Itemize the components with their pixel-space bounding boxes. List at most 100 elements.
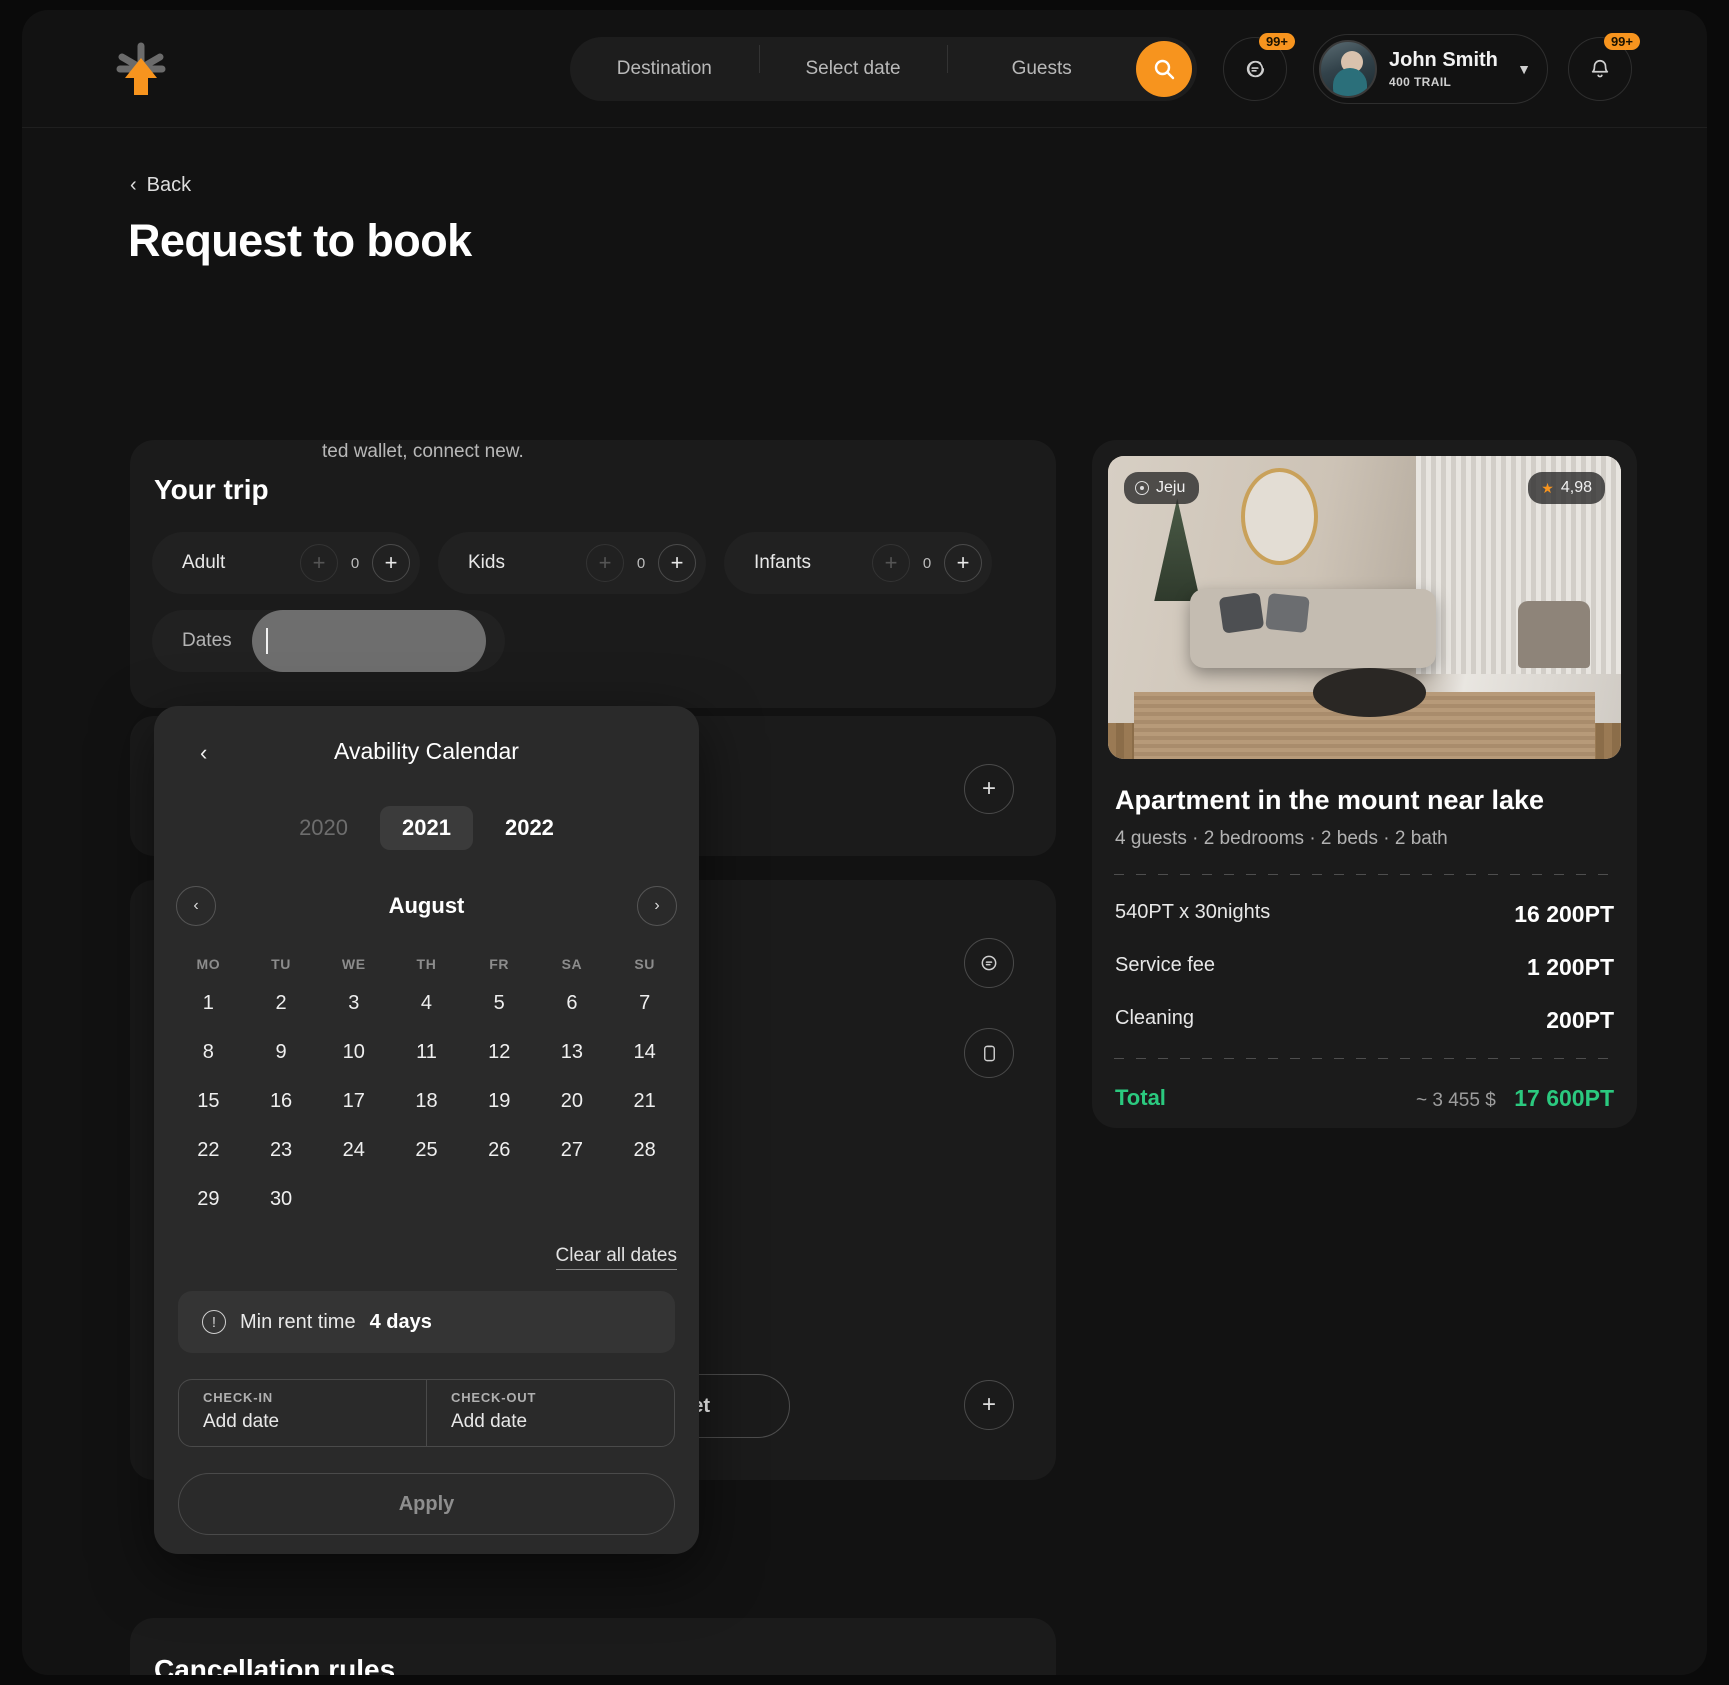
asterisk-arrow-logo[interactable] <box>110 38 172 100</box>
your-trip-panel: Your trip Adult + 0 + Kids + 0 + Infants… <box>130 440 1056 708</box>
chat-icon[interactable] <box>964 938 1014 988</box>
secondary-add-button[interactable]: + <box>964 764 1014 814</box>
copy-icon[interactable] <box>964 1028 1014 1078</box>
calendar-day[interactable]: 3 <box>317 992 390 1015</box>
checkout-field[interactable]: CHECK-OUT Add date <box>426 1380 674 1446</box>
calendar-day[interactable]: 26 <box>463 1139 536 1162</box>
wallet-status-message: ted wallet, connect new. <box>322 441 524 462</box>
year-option-2022[interactable]: 2022 <box>483 806 576 850</box>
calendar-day[interactable]: 7 <box>608 992 681 1015</box>
price-value: 16 200PT <box>1514 901 1614 927</box>
apply-button[interactable]: Apply <box>178 1473 675 1535</box>
cancellation-heading: Cancellation rules <box>154 1654 396 1675</box>
calendar-day[interactable]: 1 <box>172 992 245 1015</box>
checkout-caption: CHECK-OUT <box>451 1390 537 1405</box>
calendar-weekday-header: MO TU WE TH FR SA SU <box>154 956 699 972</box>
year-option-2021[interactable]: 2021 <box>380 806 473 850</box>
calendar-day[interactable]: 29 <box>172 1188 245 1211</box>
infants-decrement-button[interactable]: + <box>872 544 910 582</box>
messages-button[interactable]: 99+ <box>1223 33 1295 101</box>
notifications-button[interactable]: 99+ <box>1568 33 1640 101</box>
your-trip-heading: Your trip <box>154 474 269 505</box>
calendar-day[interactable]: 27 <box>536 1139 609 1162</box>
checkin-checkout-fields: CHECK-IN Add date CHECK-OUT Add date <box>178 1379 675 1447</box>
text-caret <box>265 628 268 654</box>
next-month-button[interactable]: › <box>637 886 677 926</box>
counter-label: Infants <box>754 552 812 573</box>
calendar-year-selector: 2020 2021 2022 <box>154 806 699 850</box>
calendar-day[interactable]: 28 <box>608 1139 681 1162</box>
dates-input[interactable] <box>251 610 486 672</box>
calendar-day[interactable]: 4 <box>390 992 463 1015</box>
adult-decrement-button[interactable]: + <box>300 544 338 582</box>
counter-adult: Adult + 0 + <box>152 532 420 594</box>
calendar-day[interactable]: 19 <box>463 1090 536 1113</box>
calendar-month-name: August <box>388 893 465 918</box>
calendar-day[interactable]: 23 <box>245 1139 318 1162</box>
chevron-left-icon: ‹ <box>130 174 137 196</box>
back-link[interactable]: ‹ Back <box>130 174 191 197</box>
global-search-bar[interactable]: Destination Select date Guests <box>570 37 1197 101</box>
weekday-label: MO <box>196 956 221 972</box>
listing-subtitle: 4 guests · 2 bedrooms · 2 beds · 2 bath <box>1115 828 1448 849</box>
price-row: Service fee 1 200PT <box>1115 954 1614 981</box>
calendar-day[interactable]: 10 <box>317 1041 390 1064</box>
dates-field-row: Dates <box>152 610 505 672</box>
year-option-2020[interactable]: 2020 <box>277 806 370 850</box>
calendar-day[interactable]: 20 <box>536 1090 609 1113</box>
infants-increment-button[interactable]: + <box>944 544 982 582</box>
calendar-day[interactable]: 15 <box>172 1090 245 1113</box>
guest-counters: Adult + 0 + Kids + 0 + Infants + 0 + <box>152 532 992 594</box>
calendar-day[interactable]: 6 <box>536 992 609 1015</box>
kids-value: 0 <box>636 554 646 572</box>
search-guests[interactable]: Guests <box>947 45 1136 80</box>
search-destination[interactable]: Destination <box>570 58 759 80</box>
calendar-day[interactable]: 25 <box>390 1139 463 1162</box>
availability-calendar-popover: ‹ Avability Calendar 2020 2021 2022 ‹ Au… <box>154 706 699 1554</box>
calendar-day[interactable]: 2 <box>245 992 318 1015</box>
app-window: Destination Select date Guests 99+ John … <box>22 10 1707 1675</box>
calendar-title: Avability Calendar <box>334 738 519 764</box>
wallet-add-button[interactable]: + <box>964 1380 1014 1430</box>
listing-rating-badge: ★ 4,98 <box>1528 472 1605 504</box>
calendar-day[interactable]: 14 <box>608 1041 681 1064</box>
calendar-day[interactable]: 17 <box>317 1090 390 1113</box>
divider <box>1114 874 1615 875</box>
adult-increment-button[interactable]: + <box>372 544 410 582</box>
listing-photo: Jeju ★ 4,98 <box>1108 456 1621 759</box>
kids-decrement-button[interactable]: + <box>586 544 624 582</box>
checkin-field[interactable]: CHECK-IN Add date <box>179 1380 426 1446</box>
top-header: Destination Select date Guests 99+ John … <box>22 10 1707 128</box>
calendar-day[interactable]: 16 <box>245 1090 318 1113</box>
calendar-day-grid: 1 2 3 4 5 6 7 8 9 10 11 12 13 14 15 16 1… <box>154 992 699 1211</box>
calendar-day[interactable]: 30 <box>245 1188 318 1211</box>
divider <box>1114 1058 1615 1059</box>
search-icon[interactable] <box>1136 41 1193 97</box>
listing-location-label: Jeju <box>1156 479 1186 496</box>
info-icon: ! <box>202 1310 226 1334</box>
calendar-day[interactable]: 18 <box>390 1090 463 1113</box>
page-title: Request to book <box>128 215 472 266</box>
search-select-date[interactable]: Select date <box>758 45 948 80</box>
price-label: Cleaning <box>1115 1007 1194 1029</box>
kids-increment-button[interactable]: + <box>658 544 696 582</box>
calendar-day[interactable]: 9 <box>245 1041 318 1064</box>
calendar-day[interactable]: 5 <box>463 992 536 1015</box>
messages-badge: 99+ <box>1258 33 1295 50</box>
calendar-day[interactable]: 13 <box>536 1041 609 1064</box>
weekday-label: TU <box>271 956 291 972</box>
price-row: 540PT x 30nights 16 200PT <box>1115 901 1614 928</box>
profile-menu[interactable]: John Smith 400 TRAIL ▼ <box>1313 34 1548 104</box>
weekday-label: SA <box>561 956 583 972</box>
clear-all-dates-label: Clear all dates <box>555 1245 677 1270</box>
prev-month-button[interactable]: ‹ <box>176 886 216 926</box>
chevron-down-icon[interactable]: ▼ <box>1517 61 1531 77</box>
calendar-day[interactable]: 11 <box>390 1041 463 1064</box>
avatar <box>1319 40 1377 98</box>
calendar-day[interactable]: 21 <box>608 1090 681 1113</box>
calendar-day[interactable]: 24 <box>317 1139 390 1162</box>
clear-all-dates-button[interactable]: Clear all dates <box>154 1245 699 1270</box>
calendar-day[interactable]: 8 <box>172 1041 245 1064</box>
calendar-day[interactable]: 22 <box>172 1139 245 1162</box>
calendar-day[interactable]: 12 <box>463 1041 536 1064</box>
